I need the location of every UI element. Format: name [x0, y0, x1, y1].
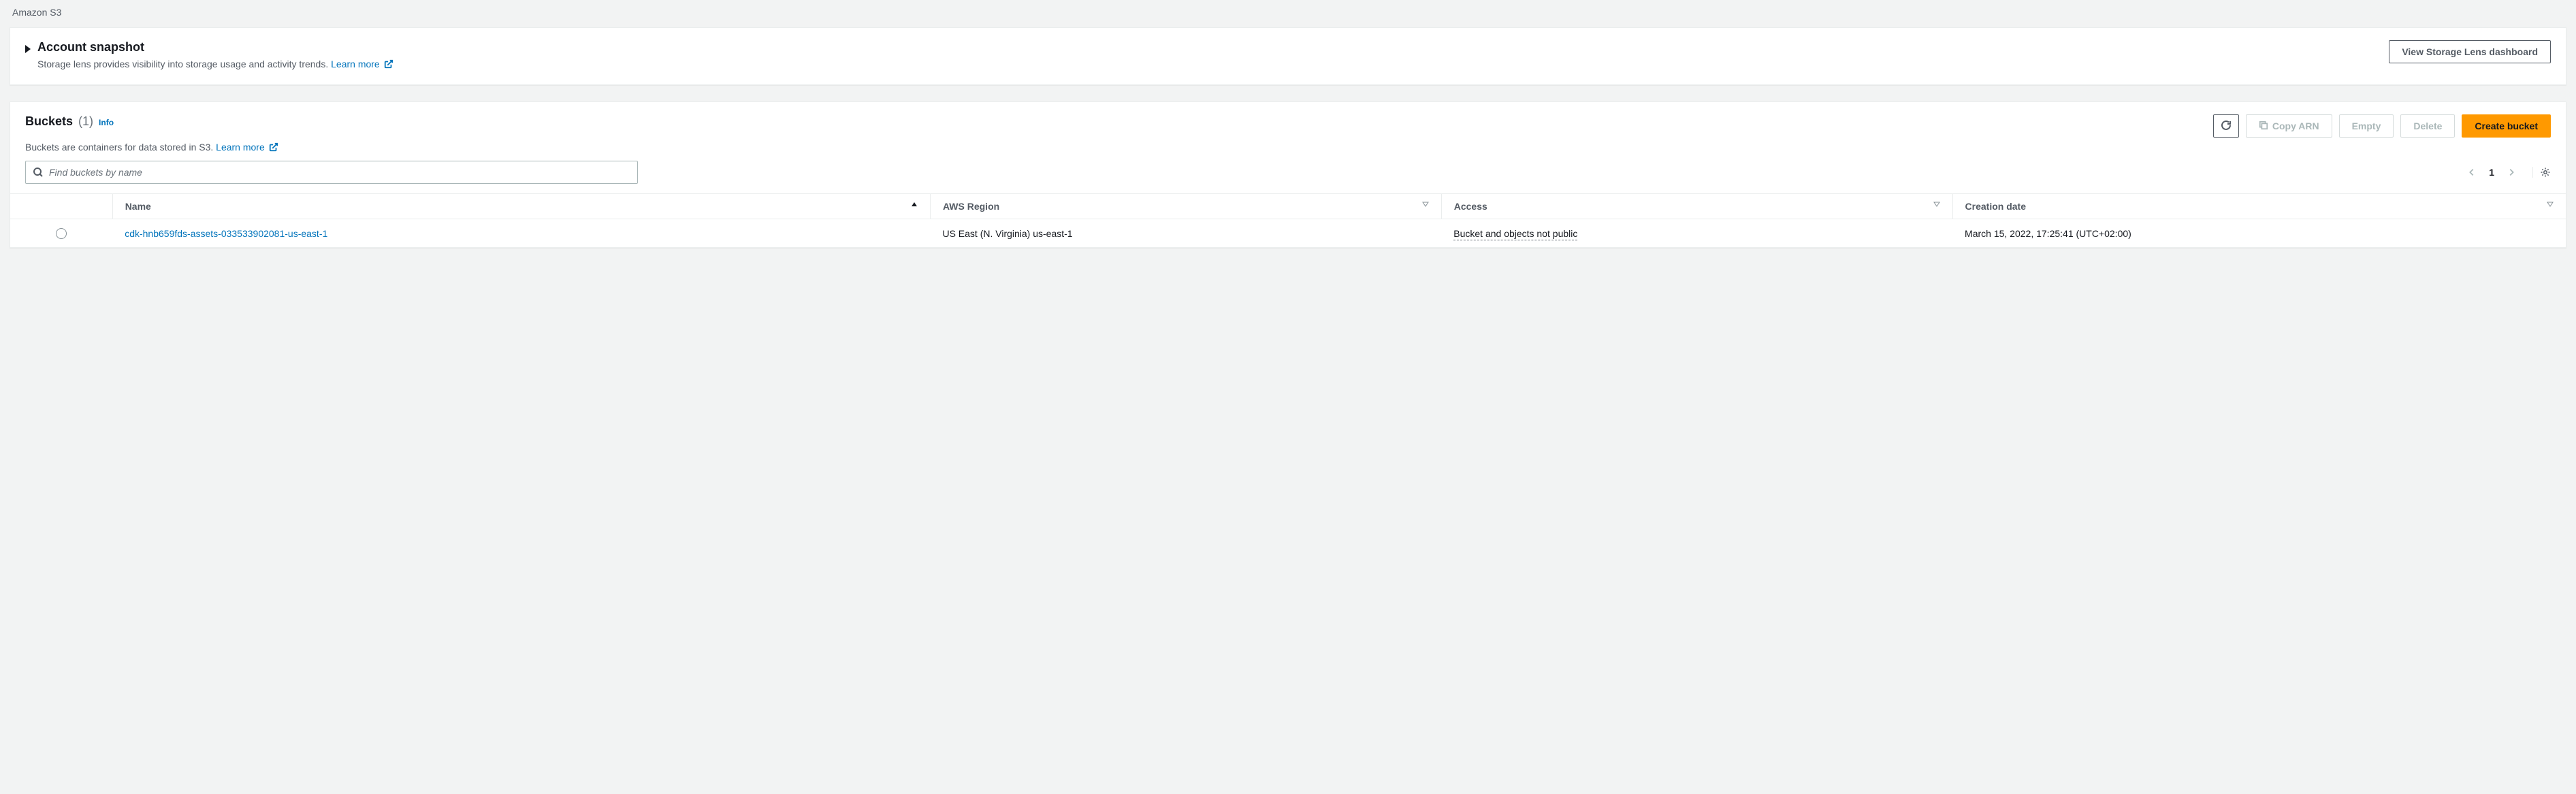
- bucket-region: US East (N. Virginia) us-east-1: [930, 219, 1441, 248]
- sort-asc-icon: [911, 201, 918, 208]
- search-icon: [33, 167, 44, 178]
- prev-page-button[interactable]: [2467, 168, 2477, 177]
- row-select-radio[interactable]: [56, 228, 67, 239]
- expand-caret-icon[interactable]: [25, 45, 31, 53]
- sort-none-icon: [2547, 201, 2554, 208]
- table-row: cdk-hnb659fds-assets-033533902081-us-eas…: [10, 219, 2566, 248]
- refresh-icon: [2221, 120, 2232, 133]
- view-storage-lens-button[interactable]: View Storage Lens dashboard: [2389, 40, 2551, 63]
- search-field[interactable]: [25, 161, 638, 184]
- refresh-button[interactable]: [2213, 114, 2239, 138]
- snapshot-subtitle: Storage lens provides visibility into st…: [37, 59, 393, 69]
- breadcrumb: Amazon S3: [10, 0, 2566, 27]
- snapshot-learn-more-link[interactable]: Learn more: [331, 59, 393, 69]
- buckets-panel: Buckets (1) Info: [10, 101, 2566, 248]
- buckets-learn-more-link[interactable]: Learn more: [216, 142, 278, 153]
- bucket-access: Bucket and objects not public: [1441, 219, 1952, 248]
- sort-none-icon: [1422, 201, 1429, 208]
- buckets-title: Buckets: [25, 114, 73, 129]
- page-number: 1: [2489, 167, 2494, 178]
- empty-button[interactable]: Empty: [2339, 114, 2394, 138]
- bucket-name-link[interactable]: cdk-hnb659fds-assets-033533902081-us-eas…: [125, 228, 327, 239]
- create-bucket-button[interactable]: Create bucket: [2462, 114, 2551, 138]
- copy-icon: [2259, 121, 2268, 132]
- bucket-date: March 15, 2022, 17:25:41 (UTC+02:00): [1952, 219, 2566, 248]
- snapshot-title: Account snapshot: [37, 40, 393, 54]
- sort-none-icon: [1933, 201, 1940, 208]
- account-snapshot-panel: Account snapshot Storage lens provides v…: [10, 27, 2566, 85]
- buckets-info-link[interactable]: Info: [99, 118, 114, 127]
- search-input[interactable]: [49, 167, 630, 178]
- buckets-count: (1): [78, 114, 93, 129]
- delete-button[interactable]: Delete: [2400, 114, 2455, 138]
- copy-arn-button[interactable]: Copy ARN: [2246, 114, 2332, 138]
- select-all-header: [10, 194, 112, 219]
- external-link-icon: [269, 142, 278, 152]
- column-header-date[interactable]: Creation date: [1952, 194, 2566, 219]
- column-header-name[interactable]: Name: [112, 194, 930, 219]
- next-page-button[interactable]: [2507, 168, 2516, 177]
- column-header-access[interactable]: Access: [1441, 194, 1952, 219]
- settings-button[interactable]: [2532, 167, 2551, 178]
- column-header-region[interactable]: AWS Region: [930, 194, 1441, 219]
- external-link-icon: [384, 59, 393, 69]
- pagination: 1: [2467, 167, 2551, 178]
- buckets-subtitle: Buckets are containers for data stored i…: [10, 142, 2566, 153]
- buckets-table: Name AWS Region Access: [10, 193, 2566, 247]
